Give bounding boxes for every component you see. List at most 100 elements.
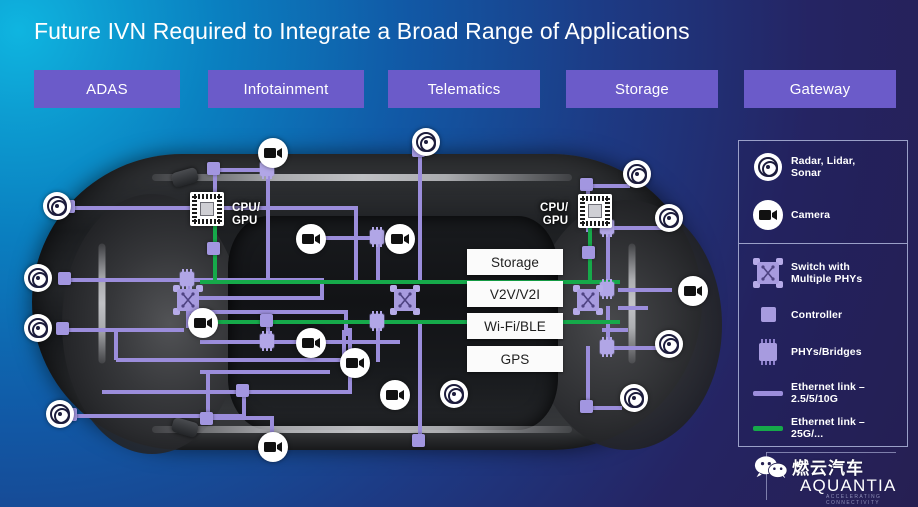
camera-left-side[interactable] [188, 308, 218, 338]
controller-rear-1[interactable] [580, 178, 593, 191]
camera-rear-bottom[interactable] [258, 432, 288, 462]
switch-glyph-icon [181, 292, 195, 308]
footer-branding: 燃云汽车 AQUANTIA ACCELERATING CONNECTIVITY [744, 452, 918, 506]
switch-rear-right[interactable] [573, 285, 603, 315]
controller-roof-front[interactable] [207, 162, 220, 175]
cpu-gpu-label-front: CPU/ GPU [232, 202, 260, 227]
wechat-icon [754, 456, 788, 478]
legend-label-ethernet-high: Ethernet link – 25G/... [791, 416, 865, 440]
app-box-v2v-v2i[interactable]: V2V/V2I [467, 281, 563, 307]
purple-link-top-center [418, 150, 422, 280]
radar-sensor-front-left-side[interactable] [24, 264, 52, 292]
camera-cabin-left[interactable] [296, 224, 326, 254]
vehicle-network-diagram: CPU/ GPU CPU/ GPU Storage V2V/V2I Wi-Fi/… [10, 128, 730, 472]
radar-sensor-rear-left-side[interactable] [655, 204, 683, 232]
phy-bridge-front-left[interactable] [180, 269, 194, 289]
legend-item-controller: Controller [745, 307, 905, 322]
controller-rear-2[interactable] [580, 400, 593, 413]
radar-sensor-roof-center[interactable] [412, 128, 440, 156]
camera-glyph-icon [346, 358, 364, 368]
purple-link-rr-2 [618, 288, 672, 292]
legend-label-radar: Radar, Lidar, Sonar [791, 155, 856, 179]
legend-divider [739, 243, 907, 244]
legend-label-camera: Camera [791, 209, 831, 221]
camera-cabin-rear-left[interactable] [296, 328, 326, 358]
purple-link-bot-center [418, 320, 422, 440]
roof-edge-bottom [152, 426, 572, 433]
radar-sensor-rear-right-side[interactable] [655, 330, 683, 358]
category-button-adas[interactable]: ADAS [34, 70, 180, 108]
purple-link-fl-5v2 [114, 328, 118, 360]
switch-glyph-icon [761, 265, 775, 281]
camera-front-roof[interactable] [258, 138, 288, 168]
side-mirror-left [170, 166, 200, 189]
purple-link-rr-6 [602, 328, 628, 332]
phy-bridge-rear-3[interactable] [600, 337, 614, 357]
camera-glyph-icon [386, 390, 404, 400]
legend-label-phy: PHYs/Bridges [791, 346, 862, 358]
phy-bridge-cabin-2[interactable] [370, 311, 384, 331]
switch-glyph-icon [398, 292, 412, 308]
purple-link-rr-1 [606, 226, 662, 230]
controller-bottom-left[interactable] [200, 412, 213, 425]
ethernet-high-line-icon [745, 425, 791, 431]
controller-cpu-rear[interactable] [582, 246, 595, 259]
legend-label-ethernet-low: Ethernet link – 2.5/5/10G [791, 381, 865, 405]
camera-glyph-icon [264, 442, 282, 452]
radar-sensor-front-left-corner[interactable] [43, 192, 71, 220]
camera-glyph-icon [264, 148, 282, 158]
ethernet-low-line-icon [745, 390, 791, 396]
legend-item-ethernet-high: Ethernet link – 25G/... [745, 416, 905, 440]
category-button-telematics[interactable]: Telematics [388, 70, 540, 108]
legend-item-camera: Camera [745, 200, 905, 230]
purple-link-fl-2h [188, 296, 324, 300]
camera-cabin-front[interactable] [385, 224, 415, 254]
switch-center[interactable] [390, 285, 420, 315]
phy-bridge-cabin-1[interactable] [370, 227, 384, 247]
cpu-gpu-chip-front[interactable] [190, 192, 224, 226]
app-box-gps[interactable]: GPS [467, 346, 563, 372]
radar-sensor-rear-left-corner[interactable] [623, 160, 651, 188]
camera-cabin-rear-center[interactable] [340, 348, 370, 378]
camera-glyph-icon [684, 286, 702, 296]
purple-link-bot-h2 [200, 370, 330, 374]
radar-sensor-floor-center[interactable] [440, 380, 468, 408]
camera-lower-center[interactable] [380, 380, 410, 410]
controller-cpu-front[interactable] [207, 242, 220, 255]
radar-sensor-front-right-corner[interactable] [46, 400, 74, 428]
camera-glyph-icon [759, 210, 777, 220]
app-box-wifi-ble[interactable]: Wi-Fi/BLE [467, 313, 563, 339]
controller-front-left-2[interactable] [58, 272, 71, 285]
cpu-gpu-label-front-line2: GPU [232, 214, 258, 227]
controller-bottom-mid[interactable] [236, 384, 249, 397]
phy-bridge-cabin-4[interactable] [260, 331, 274, 351]
purple-link-fl-1v [354, 206, 358, 281]
legend-item-phy: PHYs/Bridges [745, 339, 905, 365]
category-button-gateway[interactable]: Gateway [744, 70, 896, 108]
purple-link-fl-5 [116, 358, 346, 362]
camera-rear-side[interactable] [678, 276, 708, 306]
category-button-storage[interactable]: Storage [566, 70, 718, 108]
slide-canvas: Future IVN Required to Integrate a Broad… [0, 0, 918, 507]
footer-tagline: ACCELERATING CONNECTIVITY [826, 494, 882, 506]
controller-front-left-3[interactable] [56, 322, 69, 335]
purple-link-rr-4 [606, 346, 662, 350]
controller-floor-center[interactable] [412, 434, 425, 447]
camera-glyph-icon [391, 234, 409, 244]
category-button-infotainment[interactable]: Infotainment [208, 70, 364, 108]
radar-lidar-sonar-icon [745, 153, 791, 181]
camera-glyph-icon [302, 234, 320, 244]
legend-item-switch: Switch with Multiple PHYs [745, 258, 905, 288]
controller-icon [745, 307, 791, 322]
purple-link-bl-2 [102, 390, 352, 394]
radar-sensor-rear-right-corner[interactable] [620, 384, 648, 412]
cpu-gpu-chip-rear[interactable] [578, 194, 612, 228]
cpu-gpu-label-front-line1: CPU/ [232, 202, 261, 214]
legend-label-switch: Switch with Multiple PHYs [791, 261, 863, 285]
camera-glyph-icon [194, 318, 212, 328]
purple-link-rr-5v [586, 346, 590, 408]
cpu-gpu-label-rear-line1: CPU/ [540, 202, 569, 214]
controller-cabin-left[interactable] [260, 314, 273, 327]
app-box-storage[interactable]: Storage [467, 249, 563, 275]
radar-sensor-front-left-low[interactable] [24, 314, 52, 342]
